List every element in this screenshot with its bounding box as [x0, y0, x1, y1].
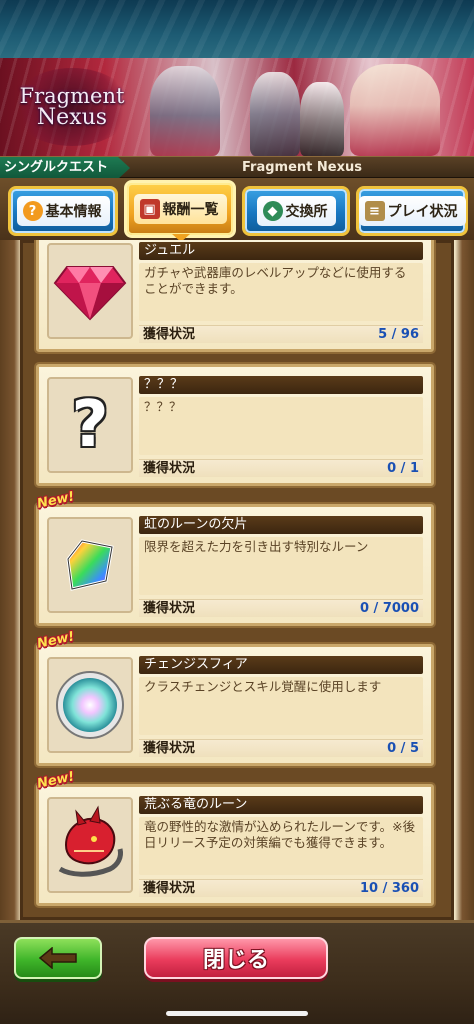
status-label: 獲得状況	[143, 601, 196, 616]
tab-reward-list[interactable]: ▣ 報酬一覧	[124, 180, 236, 238]
list-item: ジュエル ガチャや武器庫のレベルアップなどに使用することができます。 獲得状況 …	[36, 240, 434, 352]
status-value: 0 / 5	[387, 741, 419, 756]
status-value: 10 / 360	[359, 881, 419, 896]
tab-play-status[interactable]: ≡ プレイ状況	[356, 186, 468, 236]
top-background	[0, 0, 474, 58]
item-description: ガチャや武器庫のレベルアップなどに使用することができます。	[139, 263, 423, 321]
quest-banner: Fragment Nexus	[0, 58, 474, 156]
jewel-icon	[53, 266, 127, 321]
banner-character	[250, 72, 300, 156]
acquisition-status: 獲得状況 0 / 1	[139, 459, 423, 477]
logo-text: Fragment	[19, 84, 125, 108]
sphere-icon	[56, 671, 124, 739]
item-thumbnail	[47, 797, 133, 893]
status-value: 0 / 7000	[359, 601, 419, 616]
list-item: New! チェンジスフィア クラスチェンジとスキル覚醒に使用します 獲得状況 0	[36, 629, 434, 766]
gems-icon: ◆	[262, 201, 283, 221]
status-value: 5 / 96	[378, 327, 419, 342]
status-label: 獲得状況	[143, 881, 196, 896]
tab-exchange[interactable]: ◆ 交換所	[242, 186, 350, 236]
banner-character	[300, 82, 344, 156]
logo-text: Nexus	[36, 105, 108, 130]
item-thumbnail	[47, 517, 133, 613]
question-mark-icon: ?	[71, 388, 109, 462]
item-thumbnail: ?	[47, 377, 133, 473]
item-name: チェンジスフィア	[139, 656, 423, 674]
status-label: 獲得状況	[143, 327, 196, 342]
reward-list[interactable]: ジュエル ガチャや武器庫のレベルアップなどに使用することができます。 獲得状況 …	[0, 240, 474, 920]
game-logo: Fragment Nexus	[12, 68, 132, 146]
item-description: 限界を超えた力を引き出す特別なルーン	[139, 537, 423, 595]
treasure-chest-icon: ▣	[139, 199, 160, 219]
page-title: Fragment Nexus	[242, 160, 362, 175]
item-thumbnail	[47, 657, 133, 753]
banner-character	[150, 66, 220, 156]
item-name: ？？？	[139, 376, 423, 394]
dragon-rune-icon	[58, 805, 123, 877]
acquisition-status: 獲得状況 5 / 96	[139, 325, 423, 343]
item-description: クラスチェンジとスキル覚醒に使用します	[139, 677, 423, 735]
tab-bar: ? 基本情報 ▣ 報酬一覧 ◆ 交換所 ≡ プレイ状況	[0, 178, 474, 242]
acquisition-status: 獲得状況 10 / 360	[139, 879, 423, 897]
tab-label: 基本情報	[45, 204, 102, 220]
title-bar: シングルクエスト Fragment Nexus	[0, 156, 474, 179]
list-item: ? ？？？ ？？？ 獲得状況 0 / 1	[36, 364, 434, 486]
item-name: 虹のルーンの欠片	[139, 516, 423, 534]
scroll-icon: ≡	[364, 201, 385, 221]
list-item: New! 虹のルーンの欠片 限界を超えた力を引き出す特別なルーン 獲得状況 0 …	[36, 489, 434, 626]
tab-label: 交換所	[285, 204, 328, 220]
rainbow-rune-icon	[66, 539, 114, 591]
status-label: 獲得状況	[143, 461, 196, 476]
acquisition-status: 獲得状況 0 / 5	[139, 739, 423, 757]
home-indicator[interactable]	[166, 1011, 308, 1016]
item-description: 竜の野性的な激情が込められたルーンです。※後日リリース予定の対策編でも獲得できま…	[139, 817, 423, 875]
item-description: ？？？	[139, 397, 423, 455]
tab-label: 報酬一覧	[162, 202, 219, 218]
back-arrow-icon	[38, 947, 77, 969]
status-value: 0 / 1	[387, 461, 419, 476]
question-icon: ?	[22, 201, 43, 221]
item-name: 荒ぶる竜のルーン	[139, 796, 423, 814]
item-name: ジュエル	[139, 242, 423, 260]
list-item: New! 荒ぶる竜のルーン 竜の野性的な激情が込められたルーンです。※後日リリー…	[36, 769, 434, 906]
tab-label: プレイ状況	[387, 204, 458, 220]
status-label: 獲得状況	[143, 741, 196, 756]
close-button[interactable]: 閉じる	[144, 937, 328, 979]
item-thumbnail	[47, 243, 133, 339]
tab-basic-info[interactable]: ? 基本情報	[8, 186, 118, 236]
acquisition-status: 獲得状況 0 / 7000	[139, 599, 423, 617]
breadcrumb: シングルクエスト	[0, 157, 130, 179]
back-button[interactable]	[14, 937, 102, 979]
bottom-bar: 閉じる	[0, 920, 474, 1024]
banner-character	[350, 64, 440, 156]
